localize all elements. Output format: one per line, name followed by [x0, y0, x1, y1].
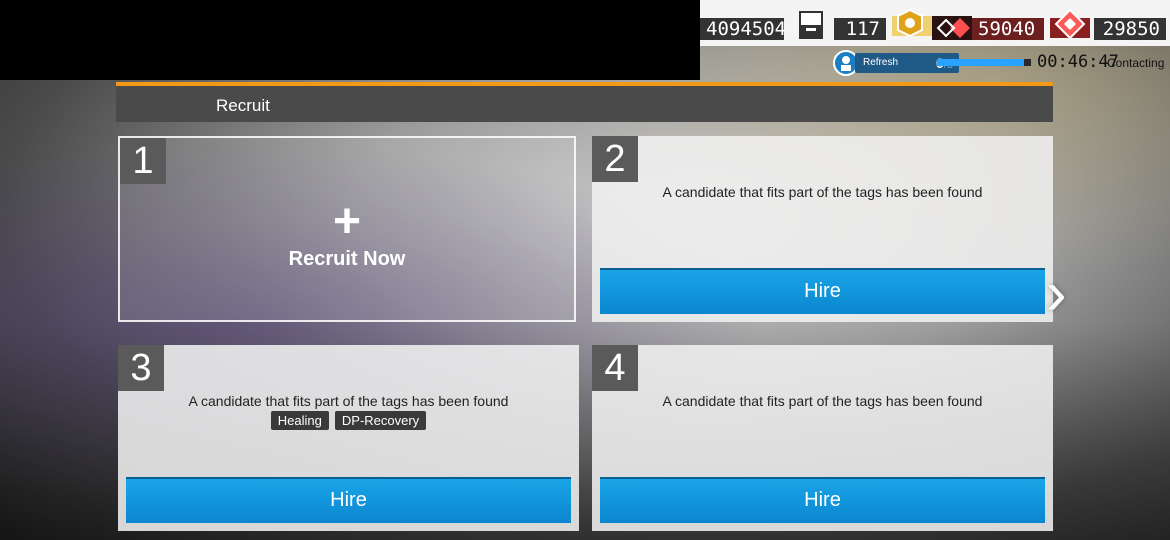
currency-2-value: 117	[834, 18, 886, 40]
hire-button[interactable]: Hire	[600, 477, 1045, 523]
chevron-right-icon[interactable]: ›	[1046, 262, 1082, 326]
slot-number: 4	[592, 345, 638, 391]
hire-button[interactable]: Hire	[600, 268, 1045, 314]
top-left-black-area	[0, 0, 700, 80]
gold-hex-icon	[892, 6, 932, 40]
recruit-permit-icon	[796, 10, 826, 40]
red-crystal-icon	[1050, 8, 1090, 42]
candidate-message: A candidate that fits part of the tags h…	[188, 393, 509, 409]
currency-1-value: 4094504	[700, 18, 786, 40]
refresh-status-bar: Refresh 0/3 00:46:47 Contacting	[833, 50, 1165, 76]
refresh-progress-fill	[937, 59, 1025, 66]
currency-3-value: 59040	[972, 18, 1044, 40]
tag-dp-recovery: DP-Recovery	[334, 411, 427, 430]
slot-number: 2	[592, 136, 638, 182]
refresh-label: Refresh	[863, 57, 899, 68]
plus-icon: +	[332, 195, 362, 248]
currency-4-value: 29850	[1094, 18, 1166, 40]
candidate-message: A candidate that fits part of the tags h…	[662, 184, 983, 200]
recruit-panel-header: Recruit	[116, 82, 1053, 122]
red-diamond-token-icon	[932, 14, 972, 42]
hire-button[interactable]: Hire	[126, 477, 571, 523]
slot-number: 1	[120, 138, 166, 184]
recruit-now-button[interactable]: Recruit Now	[120, 248, 574, 271]
tag-healing: Healing	[270, 411, 329, 430]
slot-number: 3	[118, 345, 164, 391]
refresh-progress-track	[937, 59, 1031, 66]
recruit-slot-3: 3 A candidate that fits part of the tags…	[118, 345, 579, 531]
candidate-tags: Healing DP-Recovery	[118, 411, 579, 430]
recruit-slot-2: 2 A candidate that fits part of the tags…	[592, 136, 1053, 322]
recruit-slot-1[interactable]: 1 + Recruit Now	[118, 136, 576, 322]
recruit-slot-4: 4 A candidate that fits part of the tags…	[592, 345, 1053, 531]
page-title: Recruit	[216, 96, 270, 115]
contact-status: Contacting	[1107, 56, 1165, 70]
candidate-message: A candidate that fits part of the tags h…	[662, 393, 983, 409]
